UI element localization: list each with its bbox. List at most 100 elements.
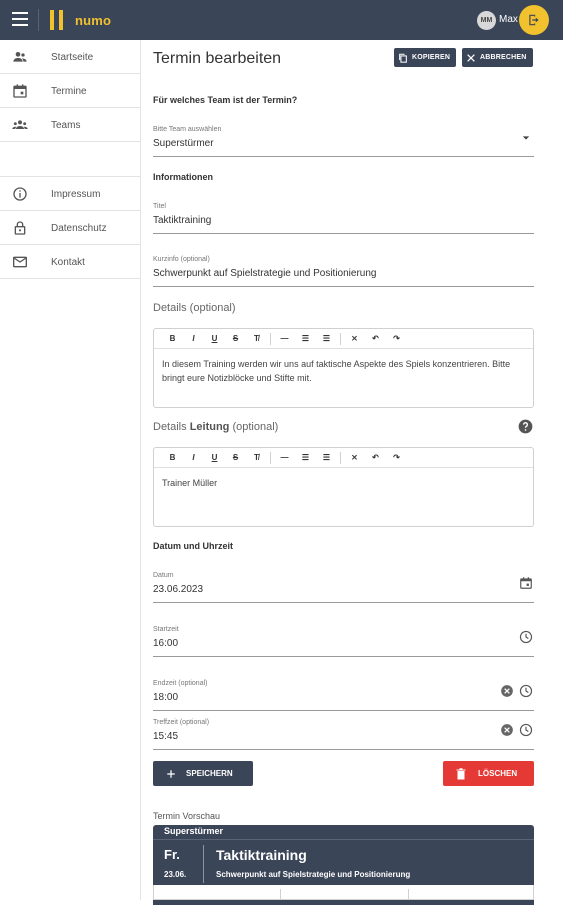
team-select-label: Bitte Team auswählen <box>153 126 222 133</box>
meet-time-value: 15:45 <box>153 731 179 742</box>
date-field-value: 23.06.2023 <box>153 584 204 595</box>
logout-button[interactable] <box>519 5 549 35</box>
groups-icon <box>12 120 28 129</box>
preview-subtitle: Schwerpunkt auf Spielstrategie und Posit… <box>216 870 411 879</box>
top-app-bar: numo MM Max <box>0 0 563 40</box>
numbered-list-icon[interactable]: ☰ <box>316 453 337 462</box>
short-info-value: Schwerpunkt auf Spielstrategie und Posit… <box>153 268 377 279</box>
lead-heading-prefix: Details <box>153 421 187 433</box>
horizontal-rule-icon[interactable]: — <box>274 334 295 343</box>
title-field-value: Taktiktraining <box>153 215 212 226</box>
text-direction-icon[interactable]: ⨯ <box>344 334 365 343</box>
date-field[interactable]: Datum 23.06.2023 <box>153 572 534 603</box>
sidebar-item-datenschutz[interactable]: Datenschutz <box>0 211 140 245</box>
copy-icon <box>399 53 407 63</box>
toolbar-divider <box>340 451 341 464</box>
preview-card-times <box>153 885 534 900</box>
date-field-label: Datum <box>153 572 174 579</box>
sidebar-item-termine[interactable]: Termine <box>0 74 140 108</box>
clock-icon[interactable] <box>519 684 533 698</box>
italic-button[interactable]: I <box>183 453 204 462</box>
sidebar-item-impressum[interactable]: Impressum <box>0 177 140 211</box>
lead-details-heading: Details Leitung (optional) <box>153 421 278 433</box>
bold-button[interactable]: B <box>162 453 183 462</box>
trash-icon <box>456 767 466 779</box>
underline-button[interactable]: U <box>204 453 225 462</box>
clear-icon[interactable] <box>500 723 514 737</box>
details-editor[interactable]: B I U S T̸ — ☰ ☰ ⨯ ↶ ↷ In diesem Trainin… <box>153 328 534 408</box>
lead-details-text: Trainer Müller <box>162 478 218 488</box>
avatar[interactable]: MM <box>477 11 496 30</box>
sidebar-item-label: Kontakt <box>51 257 85 268</box>
meet-time-label: Treffzeit (optional) <box>153 719 210 726</box>
start-time-value: 16:00 <box>153 638 179 649</box>
end-time-value: 18:00 <box>153 692 179 703</box>
clear-icon[interactable] <box>500 684 514 698</box>
start-time-label: Startzeit <box>153 626 179 633</box>
redo-icon[interactable]: ↷ <box>386 334 407 343</box>
bullet-list-icon[interactable]: ☰ <box>295 453 316 462</box>
italic-button[interactable]: I <box>183 334 204 343</box>
plus-icon <box>167 769 175 778</box>
numbered-list-icon[interactable]: ☰ <box>316 334 337 343</box>
meet-time-field[interactable]: Treffzeit (optional) 15:45 <box>153 719 534 750</box>
bullet-list-icon[interactable]: ☰ <box>295 334 316 343</box>
dropdown-arrow-icon <box>522 136 530 140</box>
clear-format-icon[interactable]: T̸ <box>246 334 267 343</box>
app-logo-text: numo <box>75 13 112 28</box>
team-select[interactable]: Bitte Team auswählen Superstürmer <box>153 126 534 157</box>
menu-icon[interactable] <box>12 12 28 26</box>
page-title: Termin bearbeiten <box>153 50 282 67</box>
user-name[interactable]: Max <box>499 14 518 25</box>
logo-icon <box>50 10 66 30</box>
sidebar-item-teams[interactable]: Teams <box>0 108 140 142</box>
clock-icon[interactable] <box>519 723 533 737</box>
calendar-icon[interactable] <box>519 576 533 590</box>
sidebar-item-label: Termine <box>51 86 87 97</box>
sidebar-item-kontakt[interactable]: Kontakt <box>0 245 140 279</box>
title-field[interactable]: Titel Taktiktraining <box>153 203 534 234</box>
start-time-field[interactable]: Startzeit 16:00 <box>153 626 534 657</box>
short-info-field[interactable]: Kurzinfo (optional) Schwerpunkt auf Spie… <box>153 256 534 287</box>
details-heading: Details (optional) <box>153 302 236 314</box>
preview-label: Termin Vorschau <box>153 811 221 821</box>
help-icon[interactable] <box>518 419 533 434</box>
info-icon <box>13 187 27 201</box>
horizontal-rule-icon[interactable]: — <box>274 453 295 462</box>
preview-date: 23.06. <box>164 870 187 879</box>
toolbar-divider <box>270 332 271 345</box>
lead-details-editor[interactable]: B I U S T̸ — ☰ ☰ ⨯ ↶ ↷ Trainer Müller <box>153 447 534 527</box>
redo-icon[interactable]: ↷ <box>386 453 407 462</box>
title-field-label: Titel <box>153 203 166 210</box>
delete-button-label: LÖSCHEN <box>478 769 518 778</box>
bold-button[interactable]: B <box>162 334 183 343</box>
copy-button[interactable]: KOPIEREN <box>394 48 457 67</box>
cancel-button[interactable]: ABBRECHEN <box>462 48 533 67</box>
logout-icon <box>529 14 539 26</box>
sidebar-item-label: Startseite <box>51 52 94 63</box>
sidebar-item-label: Impressum <box>51 189 101 200</box>
text-direction-icon[interactable]: ⨯ <box>344 453 365 462</box>
delete-button[interactable]: LÖSCHEN <box>443 761 534 786</box>
undo-icon[interactable]: ↶ <box>365 334 386 343</box>
divider <box>203 845 204 883</box>
sidebar-item-label: Datenschutz <box>51 223 107 234</box>
clock-icon[interactable] <box>519 630 533 644</box>
undo-icon[interactable]: ↶ <box>365 453 386 462</box>
toolbar-divider <box>270 451 271 464</box>
mail-icon <box>13 256 27 268</box>
sidebar-item-startseite[interactable]: Startseite <box>0 40 140 74</box>
divider <box>153 839 534 840</box>
save-button[interactable]: SPEICHERN <box>153 761 253 786</box>
sidebar-item-label: Teams <box>51 120 81 131</box>
details-text: In diesem Training werden wir uns auf ta… <box>162 359 511 383</box>
team-section-title: Für welches Team ist der Termin? <box>153 95 298 105</box>
strike-button[interactable]: S <box>225 334 246 343</box>
cancel-button-label: ABBRECHEN <box>480 54 527 61</box>
end-time-field[interactable]: Endzeit (optional) 18:00 <box>153 680 534 711</box>
clear-format-icon[interactable]: T̸ <box>246 453 267 462</box>
preview-day: Fr. <box>164 847 180 862</box>
editor-toolbar: B I U S T̸ — ☰ ☰ ⨯ ↶ ↷ <box>154 329 533 349</box>
underline-button[interactable]: U <box>204 334 225 343</box>
strike-button[interactable]: S <box>225 453 246 462</box>
